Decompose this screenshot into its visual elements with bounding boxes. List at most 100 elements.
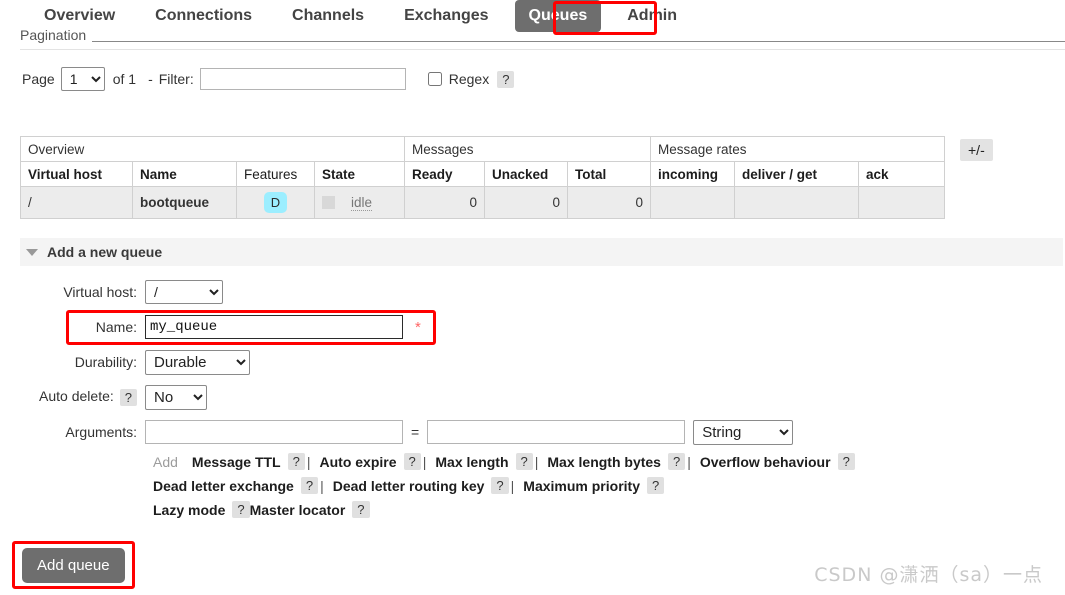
nav-tab-queues[interactable]: Queues — [514, 0, 602, 32]
regex-help-icon[interactable]: ? — [497, 70, 515, 88]
table-column-header-row: Virtual host Name Features State Ready U… — [20, 161, 945, 187]
preset-separator: | — [687, 453, 691, 470]
queue-name-label: Name: — [95, 319, 137, 335]
add-queue-section: Add a new queue Virtual host: / Name: * … — [0, 238, 1065, 525]
preset-separator: | — [510, 477, 515, 494]
required-asterisk: * — [415, 318, 421, 336]
max-length-bytes-help-icon[interactable]: ? — [667, 453, 686, 470]
cell-state: idle — [314, 186, 405, 219]
column-header-unacked[interactable]: Unacked — [484, 161, 568, 187]
page-number-select[interactable]: 1 — [60, 67, 105, 91]
virtual-host-label: Virtual host: — [63, 284, 137, 300]
virtual-host-select[interactable]: / — [145, 280, 223, 304]
add-queue-section-title: Add a new queue — [47, 244, 163, 260]
argument-value-input[interactable] — [427, 420, 686, 444]
nav-tab-channels[interactable]: Channels — [278, 0, 378, 32]
cell-total: 0 — [567, 186, 651, 219]
maximum-priority-help-icon[interactable]: ? — [647, 477, 665, 494]
page-total-label: of 1 — [112, 71, 137, 87]
preset-max-length-bytes[interactable]: Max length bytes — [547, 454, 661, 470]
max-length-help-icon[interactable]: ? — [515, 453, 533, 470]
form-row-auto-delete: Auto delete:? No — [0, 383, 1065, 411]
watermark-text: CSDN @潇洒（sa）一点 — [814, 564, 1043, 586]
dead-letter-routing-key-help-icon[interactable]: ? — [491, 477, 509, 494]
argument-key-input[interactable] — [145, 420, 403, 444]
master-locator-help-icon[interactable]: ? — [352, 501, 370, 518]
durable-feature-badge: D — [263, 192, 288, 213]
preset-separator: | — [422, 453, 427, 470]
filter-label: Filter: — [158, 71, 194, 87]
preset-max-length[interactable]: Max length — [435, 454, 508, 470]
message-ttl-help-icon[interactable]: ? — [287, 453, 305, 470]
cell-virtual-host: / — [20, 186, 133, 219]
argument-presets: Add Message TTL ? | Auto expire ? | Max … — [153, 453, 1053, 518]
nav-tab-exchanges[interactable]: Exchanges — [390, 0, 502, 32]
lazy-mode-help-icon[interactable]: ? — [232, 501, 250, 518]
nav-tab-connections[interactable]: Connections — [141, 0, 266, 32]
argument-equals-sign: = — [411, 424, 420, 440]
add-queue-button[interactable]: Add queue — [22, 548, 125, 583]
add-queue-form: Virtual host: / Name: * Durability: Dura… — [0, 278, 1065, 518]
form-row-durability: Durability: Durable — [0, 348, 1065, 376]
auto-expire-help-icon[interactable]: ? — [403, 453, 421, 470]
chevron-down-icon[interactable] — [26, 248, 38, 256]
preset-line-2: Dead letter exchange ? | Dead letter rou… — [153, 477, 1053, 494]
cell-queue-name[interactable]: bootqueue — [132, 186, 237, 219]
preset-separator: | — [306, 453, 311, 470]
auto-delete-label-text: Auto delete: — [39, 388, 114, 405]
pagination-controls: Page 1 of 1 - Filter: Regex ? — [22, 67, 515, 91]
page-label: Page — [22, 71, 55, 87]
cell-deliver-get — [734, 186, 859, 219]
arguments-label: Arguments: — [65, 424, 137, 440]
pagination-dash: - — [148, 71, 153, 87]
preset-dead-letter-routing-key[interactable]: Dead letter routing key — [333, 478, 485, 494]
preset-separator: | — [534, 453, 539, 470]
preset-line-1: Add Message TTL ? | Auto expire ? | Max … — [153, 453, 1053, 470]
cell-ack — [858, 186, 945, 219]
queue-name-input[interactable] — [145, 315, 403, 339]
column-header-total[interactable]: Total — [567, 161, 651, 187]
column-header-name[interactable]: Name — [132, 161, 237, 187]
preset-auto-expire[interactable]: Auto expire — [320, 454, 397, 470]
state-label: idle — [351, 195, 373, 212]
cell-features: D — [236, 186, 315, 219]
nav-tab-admin[interactable]: Admin — [613, 0, 691, 32]
preset-separator: | — [320, 477, 324, 494]
form-row-name: Name: * — [0, 313, 1065, 341]
column-header-ready[interactable]: Ready — [404, 161, 485, 187]
divider-line-top — [20, 41, 1065, 42]
column-header-incoming[interactable]: incoming — [650, 161, 735, 187]
cell-ready: 0 — [404, 186, 485, 219]
auto-delete-select[interactable]: No — [145, 384, 207, 410]
preset-lazy-mode[interactable]: Lazy mode — [153, 502, 225, 518]
overflow-behaviour-help-icon[interactable]: ? — [837, 453, 855, 470]
toggle-columns-button[interactable]: +/- — [960, 139, 993, 161]
column-header-deliver-get[interactable]: deliver / get — [734, 161, 859, 187]
cell-incoming — [650, 186, 735, 219]
cell-unacked: 0 — [484, 186, 568, 219]
divider-line-bottom — [20, 49, 1065, 50]
preset-message-ttl[interactable]: Message TTL — [192, 454, 281, 470]
argument-type-select[interactable]: String — [693, 419, 794, 445]
preset-overflow-behaviour[interactable]: Overflow behaviour — [700, 454, 831, 470]
auto-delete-help-icon[interactable]: ? — [119, 388, 137, 406]
durability-label: Durability: — [74, 354, 137, 370]
preset-master-locator[interactable]: Master locator — [250, 502, 346, 518]
main-navigation: Overview Connections Channels Exchanges Queu… — [0, 0, 1065, 35]
column-header-ack[interactable]: ack — [858, 161, 945, 187]
regex-label: Regex — [448, 71, 490, 87]
queues-table: Overview Messages Message rates Virtual … — [20, 136, 945, 219]
column-header-state[interactable]: State — [314, 161, 405, 187]
regex-checkbox[interactable] — [427, 72, 442, 86]
form-row-arguments: Arguments: = String — [0, 418, 1065, 446]
durability-select[interactable]: Durable — [145, 349, 250, 375]
column-header-features[interactable]: Features — [236, 161, 315, 187]
preset-maximum-priority[interactable]: Maximum priority — [523, 478, 640, 494]
filter-input[interactable] — [199, 68, 406, 90]
auto-delete-label: Auto delete:? — [0, 388, 145, 406]
dead-letter-exchange-help-icon[interactable]: ? — [300, 477, 319, 494]
preset-dead-letter-exchange[interactable]: Dead letter exchange — [153, 478, 294, 494]
table-row[interactable]: / bootqueue D idle 0 0 0 — [20, 186, 945, 219]
add-queue-section-header[interactable]: Add a new queue — [20, 238, 1063, 266]
column-header-virtual-host[interactable]: Virtual host — [20, 161, 133, 187]
